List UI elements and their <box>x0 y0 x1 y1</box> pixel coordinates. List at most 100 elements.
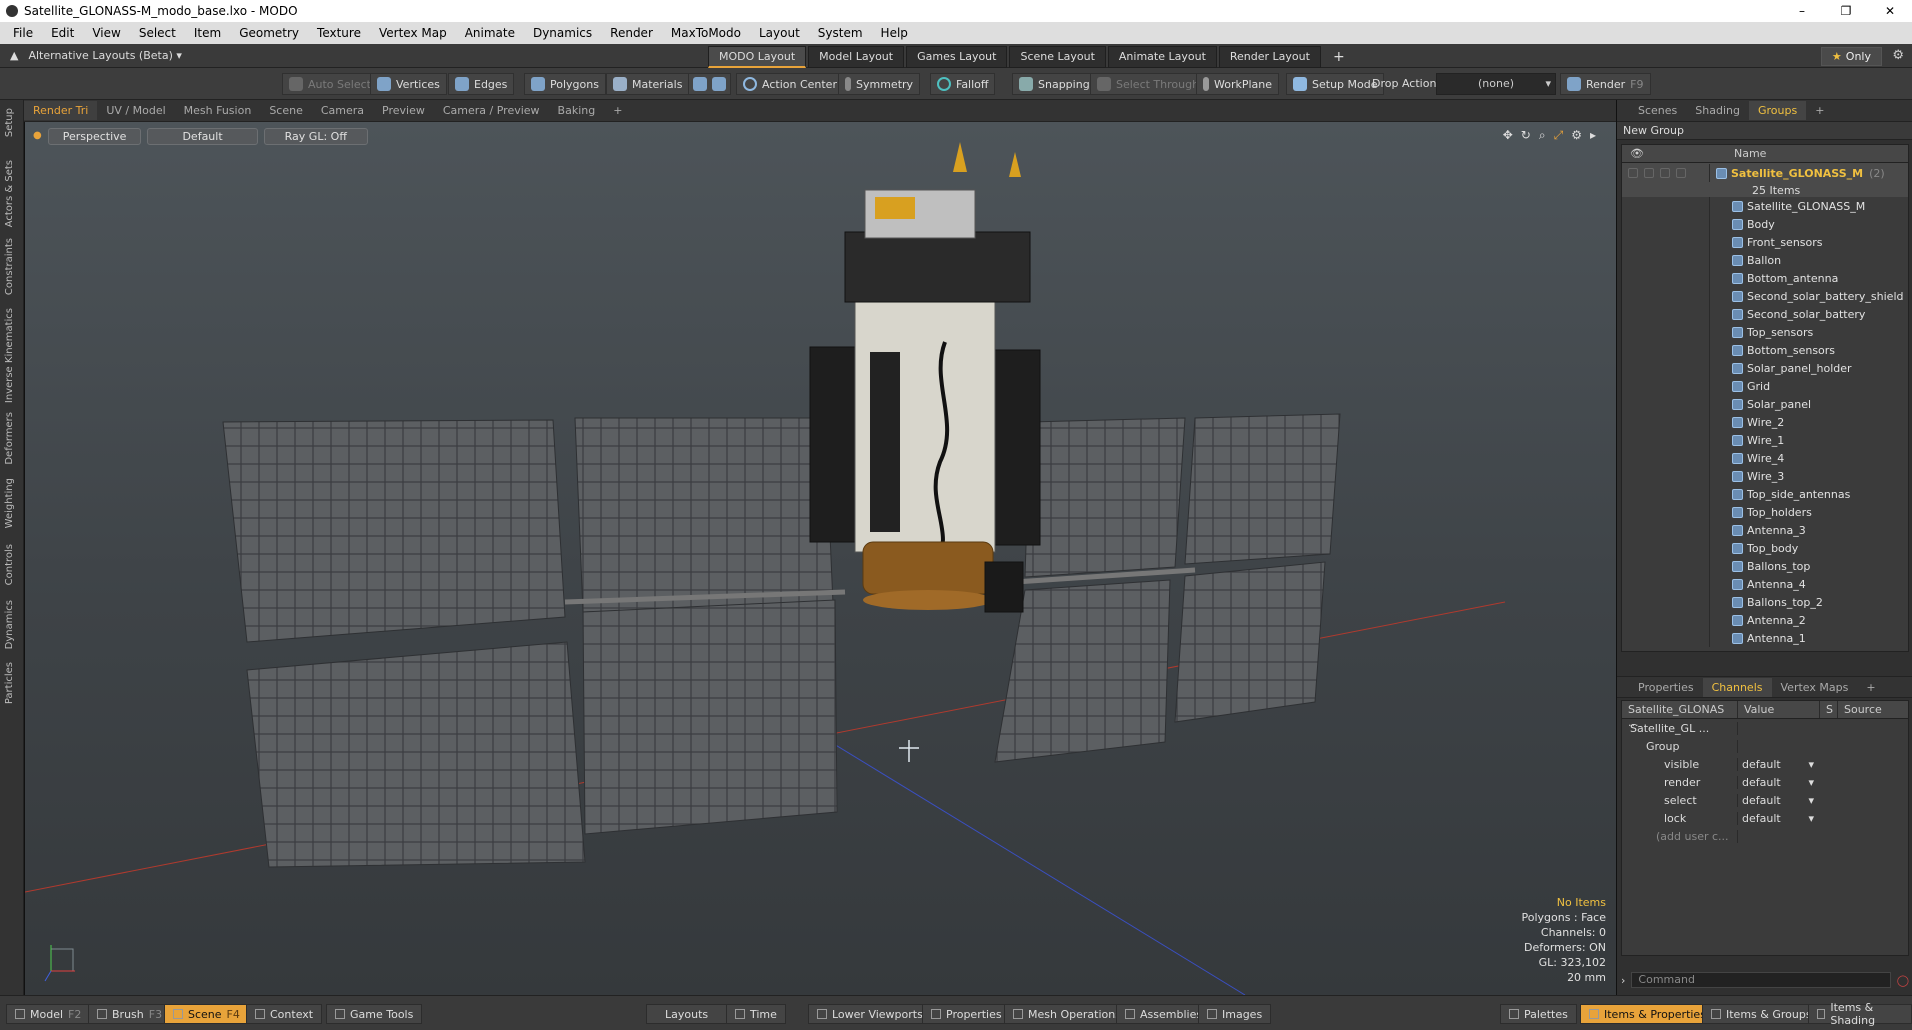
list-item[interactable]: Second_solar_battery_shield <box>1622 287 1908 305</box>
symmetry-button[interactable]: Symmetry <box>838 73 921 95</box>
tab-scene[interactable]: Scene <box>260 101 312 120</box>
list-item[interactable]: Body <box>1622 215 1908 233</box>
list-item[interactable]: Wire_3 <box>1622 467 1908 485</box>
tab-channels[interactable]: Channels <box>1702 677 1772 697</box>
menu-texture[interactable]: Texture <box>308 26 370 40</box>
menu-view[interactable]: View <box>83 26 129 40</box>
brush-button[interactable]: Brush F3 <box>88 1004 172 1024</box>
polygons-button[interactable]: Polygons <box>524 73 606 95</box>
zoom-icon[interactable]: ⌕ <box>1539 128 1546 143</box>
tab-groups[interactable]: Groups <box>1748 101 1807 120</box>
select-through-button[interactable]: Select Through <box>1090 73 1207 95</box>
action-center-button[interactable]: Action Center <box>736 73 844 95</box>
render-toggle[interactable] <box>1644 168 1654 178</box>
strip-dynamics[interactable]: Dynamics <box>4 600 15 649</box>
tab-shading[interactable]: Shading <box>1686 101 1749 120</box>
list-item[interactable]: Ballon <box>1622 251 1908 269</box>
menu-animate[interactable]: Animate <box>456 26 524 40</box>
items-shading-button[interactable]: Items & Shading <box>1808 1001 1912 1027</box>
strip-controls[interactable]: Controls <box>4 544 15 585</box>
channel-row[interactable]: render default ▾ <box>1622 773 1908 791</box>
minimize-icon[interactable]: – <box>1780 0 1824 22</box>
list-item[interactable]: Ballons_top_2 <box>1622 593 1908 611</box>
3d-viewport[interactable]: ● Perspective Default Ray GL: Off ✥ ↻ ⌕ … <box>24 122 1616 995</box>
list-item[interactable]: Antenna_3 <box>1622 521 1908 539</box>
select-toggle[interactable] <box>1660 168 1670 178</box>
menu-system[interactable]: System <box>809 26 872 40</box>
strip-inverse-kinematics[interactable]: Inverse Kinematics <box>4 308 15 403</box>
viewport-options-icon[interactable]: ● <box>33 128 42 145</box>
time-button[interactable]: Time <box>726 1004 786 1024</box>
chevron-right-icon[interactable]: ▸ <box>1590 128 1596 143</box>
strip-weighting[interactable]: Weighting <box>4 478 15 528</box>
add-tab-button[interactable]: + <box>604 101 631 120</box>
list-item[interactable]: Bottom_antenna <box>1622 269 1908 287</box>
assemblies-button[interactable]: Assemblies <box>1116 1004 1212 1024</box>
channel-value-select[interactable]: default ▾ <box>1738 758 1820 771</box>
visibility-toggle[interactable] <box>1628 168 1638 178</box>
auto-select-button[interactable]: Auto Select <box>282 73 378 95</box>
list-item[interactable]: Bottom_sensors <box>1622 341 1908 359</box>
drop-action-select[interactable]: (none) ▾ <box>1436 73 1556 95</box>
images-button[interactable]: Images <box>1198 1004 1272 1024</box>
list-item[interactable]: Wire_1 <box>1622 431 1908 449</box>
falloff-button[interactable]: Falloff <box>930 73 996 95</box>
list-item[interactable]: Antenna_2 <box>1622 611 1908 629</box>
render-button[interactable]: Render F9 <box>1560 73 1651 95</box>
move-icon[interactable]: ✥ <box>1503 128 1513 143</box>
list-item[interactable]: Wire_4 <box>1622 449 1908 467</box>
add-props-tab-button[interactable]: + <box>1857 678 1884 697</box>
scene-button[interactable]: Scene F4 <box>164 1004 249 1024</box>
tab-animate-layout[interactable]: Animate Layout <box>1107 46 1217 68</box>
game-tools-button[interactable]: Game Tools <box>326 1004 423 1024</box>
properties-button[interactable]: Properties <box>922 1004 1011 1024</box>
menu-maxtomodo[interactable]: MaxToModo <box>662 26 750 40</box>
tab-uv-model[interactable]: UV / Model <box>97 101 174 120</box>
menu-vertex-map[interactable]: Vertex Map <box>370 26 456 40</box>
model-button[interactable]: Model F2 <box>6 1004 91 1024</box>
list-item[interactable]: Solar_panel_holder <box>1622 359 1908 377</box>
list-item[interactable]: Front_sensors <box>1622 233 1908 251</box>
palettes-button[interactable]: Palettes <box>1500 1004 1577 1024</box>
channel-value-select[interactable]: default ▾ <box>1738 776 1820 789</box>
selection-sets-button[interactable] <box>688 73 731 95</box>
tab-camera[interactable]: Camera <box>312 101 373 120</box>
layouts-button[interactable]: Layouts <box>646 1004 728 1024</box>
list-item[interactable]: Solar_panel <box>1622 395 1908 413</box>
menu-file[interactable]: File <box>4 26 42 40</box>
list-item[interactable]: Second_solar_battery <box>1622 305 1908 323</box>
setup-mode-button[interactable]: Setup Mode <box>1286 73 1385 95</box>
list-item[interactable]: Top_holders <box>1622 503 1908 521</box>
list-item[interactable]: Top_side_antennas <box>1622 485 1908 503</box>
tab-camera-preview[interactable]: Camera / Preview <box>434 101 549 120</box>
tab-render-layout[interactable]: Render Layout <box>1218 46 1321 68</box>
channel-tree-item[interactable]: Satellite_GL ... <box>1622 719 1908 737</box>
tab-games-layout[interactable]: Games Layout <box>906 46 1008 68</box>
channel-value-select[interactable]: default ▾ <box>1738 794 1820 807</box>
fit-icon[interactable]: ⤢ <box>1554 128 1564 143</box>
add-panel-tab-button[interactable]: + <box>1806 101 1833 120</box>
record-icon[interactable]: ◯ <box>1897 974 1909 987</box>
add-layout-button[interactable]: + <box>1323 46 1355 68</box>
mesh-operations-button[interactable]: Mesh Operations <box>1004 1004 1130 1024</box>
restore-icon[interactable]: ❐ <box>1824 0 1868 22</box>
tab-mesh-fusion[interactable]: Mesh Fusion <box>175 101 261 120</box>
list-item[interactable]: Top_sensors <box>1622 323 1908 341</box>
tab-model-layout[interactable]: Model Layout <box>808 46 905 68</box>
only-button[interactable]: ★ Only <box>1820 47 1882 66</box>
add-user-channel[interactable]: (add user c... <box>1622 827 1908 845</box>
edges-button[interactable]: Edges <box>448 73 515 95</box>
materials-button[interactable]: Materials <box>606 73 690 95</box>
menu-item[interactable]: Item <box>185 26 230 40</box>
strip-constraints[interactable]: Constraints <box>4 238 15 295</box>
strip-deformers[interactable]: Deformers <box>4 412 15 465</box>
vertices-button[interactable]: Vertices <box>370 73 447 95</box>
channel-value-select[interactable]: default ▾ <box>1738 812 1820 825</box>
gear-icon[interactable]: ⚙ <box>1892 48 1904 63</box>
strip-setup[interactable]: Setup <box>4 108 15 137</box>
menu-select[interactable]: Select <box>130 26 185 40</box>
snapping-button[interactable]: Snapping <box>1012 73 1097 95</box>
viewport-gear-icon[interactable]: ⚙ <box>1571 128 1582 143</box>
list-item[interactable]: Grid <box>1622 377 1908 395</box>
items-groups-button[interactable]: Items & Groups <box>1702 1004 1821 1024</box>
